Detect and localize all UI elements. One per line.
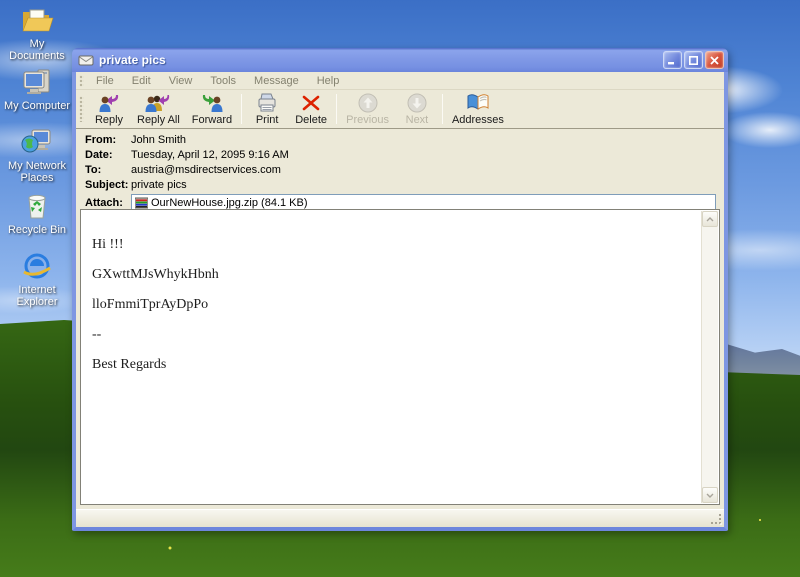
next-icon — [407, 92, 427, 113]
toolbar-separator — [441, 94, 443, 124]
window-titlebar[interactable]: private pics — [72, 48, 728, 72]
vertical-scrollbar[interactable] — [701, 211, 718, 503]
my-documents-icon — [20, 4, 54, 36]
next-button: Next — [395, 90, 439, 128]
body-line: Hi !!! — [92, 237, 124, 252]
message-headers: From: John Smith Date: Tuesday, April 12… — [76, 129, 724, 217]
recycle-bin-icon — [20, 190, 54, 222]
reply-label: Reply — [94, 114, 124, 126]
date-label: Date: — [85, 149, 113, 161]
menu-view[interactable]: View — [160, 73, 202, 89]
body-line: GXwttMJsWhykHbnh — [92, 267, 219, 282]
desktop-icon-my-documents[interactable]: My Documents — [3, 4, 71, 62]
to-label: To: — [85, 164, 102, 176]
next-label: Next — [405, 114, 429, 126]
reply-all-label: Reply All — [137, 114, 180, 126]
toolbar-separator — [241, 94, 243, 124]
desktop-icon-label: Recycle Bin — [7, 224, 67, 236]
delete-icon — [302, 92, 320, 113]
toolbar: Reply Reply All Forward Print Delete Pre… — [76, 90, 724, 129]
attach-label: Attach: — [85, 196, 123, 209]
desktop-icon-recycle-bin[interactable]: Recycle Bin — [3, 190, 71, 236]
internet-explorer-icon — [20, 250, 54, 282]
forward-button[interactable]: Forward — [186, 90, 238, 128]
header-to-row: To: austria@msdirectservices.com — [85, 163, 718, 177]
previous-label: Previous — [346, 114, 389, 126]
print-button[interactable]: Print — [245, 90, 289, 128]
desktop-icon-label: My Network Places — [7, 160, 67, 184]
menu-help[interactable]: Help — [308, 73, 349, 89]
toolbar-separator — [336, 94, 338, 124]
scroll-down-button[interactable] — [702, 487, 718, 503]
close-button[interactable] — [705, 51, 724, 69]
desktop-icon-label: My Computer — [3, 100, 71, 112]
message-body-panel: Hi !!! GXwttMJsWhykHbnh lloFmmiTprAyDpPo… — [80, 209, 720, 505]
print-icon — [256, 92, 278, 113]
reply-all-icon — [144, 92, 172, 113]
desktop-icon-label: My Documents — [9, 38, 65, 62]
menu-file[interactable]: File — [87, 73, 123, 89]
to-value: austria@msdirectservices.com — [131, 164, 281, 176]
scroll-up-button[interactable] — [702, 211, 718, 227]
resize-grip[interactable] — [710, 513, 723, 526]
delete-button[interactable]: Delete — [289, 90, 333, 128]
desktop: My Documents My Computer My Network Plac… — [0, 0, 800, 577]
delete-label: Delete — [295, 114, 328, 126]
previous-button: Previous — [340, 90, 395, 128]
header-subject-row: Subject: private pics — [85, 178, 718, 192]
body-line: lloFmmiTprAyDpPo — [92, 297, 209, 312]
reply-button[interactable]: Reply — [87, 90, 131, 128]
email-window: private pics File Edit View Tools Messag… — [72, 48, 728, 531]
toolbar-grip[interactable] — [79, 96, 84, 122]
menu-tools[interactable]: Tools — [201, 73, 245, 89]
date-value: Tuesday, April 12, 2095 9:16 AM — [131, 149, 289, 161]
menu-message[interactable]: Message — [245, 73, 308, 89]
message-body-text: Hi !!! GXwttMJsWhykHbnh lloFmmiTprAyDpPo… — [81, 210, 719, 373]
body-line: Best Regards — [92, 357, 167, 372]
forward-label: Forward — [191, 114, 233, 126]
envelope-icon — [78, 53, 94, 67]
zip-file-icon — [135, 197, 148, 209]
desktop-icon-my-network-places[interactable]: My Network Places — [3, 126, 71, 184]
minimize-button[interactable] — [663, 51, 682, 69]
previous-icon — [358, 92, 378, 113]
header-from-row: From: John Smith — [85, 133, 718, 147]
addresses-label: Addresses — [451, 114, 504, 126]
menu-bar: File Edit View Tools Message Help — [76, 72, 724, 90]
addresses-icon — [466, 92, 490, 113]
forward-icon — [200, 92, 224, 113]
subject-label: Subject: — [85, 179, 129, 191]
header-date-row: Date: Tuesday, April 12, 2095 9:16 AM — [85, 148, 718, 162]
desktop-icon-label: Internet Explorer — [16, 284, 58, 308]
reply-icon — [97, 92, 121, 113]
from-value: John Smith — [131, 134, 187, 146]
desktop-icon-my-computer[interactable]: My Computer — [3, 66, 71, 112]
body-line: -- — [92, 327, 102, 342]
reply-all-button[interactable]: Reply All — [131, 90, 186, 128]
menubar-grip[interactable] — [79, 74, 84, 87]
my-network-places-icon — [20, 126, 54, 158]
status-bar — [76, 509, 724, 527]
menu-edit[interactable]: Edit — [123, 73, 160, 89]
subject-value: private pics — [131, 179, 187, 191]
window-title: private pics — [99, 53, 166, 67]
attachment-name: OurNewHouse.jpg.zip (84.1 KB) — [151, 196, 308, 209]
desktop-icon-internet-explorer[interactable]: Internet Explorer — [3, 250, 71, 308]
addresses-button[interactable]: Addresses — [446, 90, 510, 128]
my-computer-icon — [20, 66, 54, 98]
from-label: From: — [85, 134, 117, 146]
print-label: Print — [255, 114, 279, 126]
maximize-button[interactable] — [684, 51, 703, 69]
